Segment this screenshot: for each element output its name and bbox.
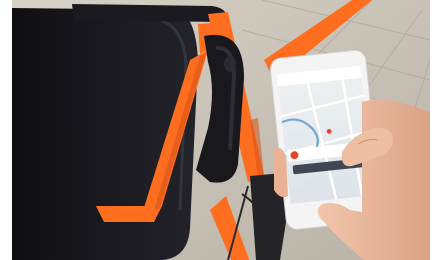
lock-keyhole	[224, 56, 236, 72]
photo	[12, 0, 430, 260]
photo-scene	[12, 0, 430, 260]
top-rail	[72, 4, 226, 22]
